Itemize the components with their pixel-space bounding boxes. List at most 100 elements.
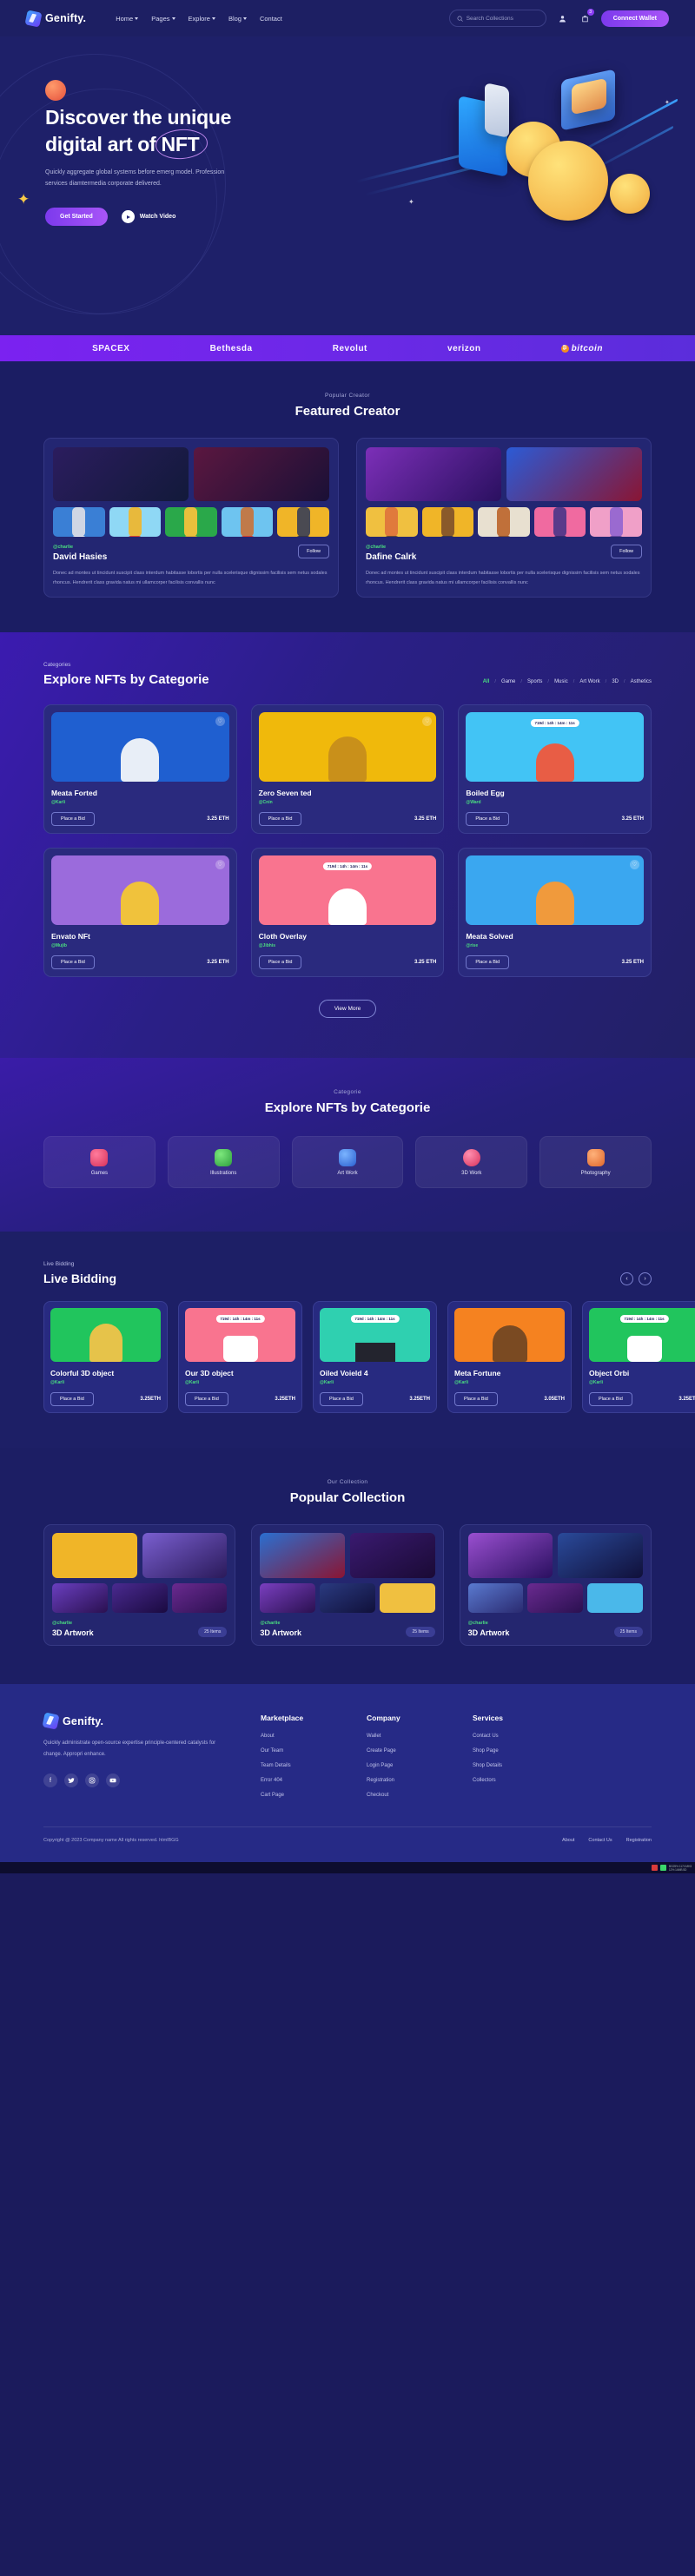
- place-bid-button[interactable]: Place a Bid: [50, 1392, 94, 1406]
- live-bid-card[interactable]: 719d : 14h : 14m : 11s Object Orbi @Karl…: [582, 1301, 695, 1413]
- footer-link-contact-us[interactable]: Contact Us: [473, 1734, 544, 1739]
- filter-music[interactable]: Music: [554, 679, 568, 684]
- category-card-art-work[interactable]: Art Work: [291, 1136, 404, 1188]
- cart-icon[interactable]: 3: [579, 8, 594, 25]
- connect-wallet-button[interactable]: Connect Wallet: [600, 10, 669, 27]
- creator-card[interactable]: @charlie David Hasies Follow Donec ad mo…: [43, 438, 339, 598]
- countdown-timer: 719d : 14h : 14m : 11s: [530, 719, 579, 727]
- footer-link-wallet[interactable]: Wallet: [367, 1734, 438, 1739]
- footer-bottom-link-registration[interactable]: Registration: [626, 1838, 652, 1843]
- footer-link-checkout[interactable]: Checkout: [367, 1793, 438, 1798]
- filter-game[interactable]: Game: [501, 679, 515, 684]
- collection-card[interactable]: @charlie 3D Artwork 25 Items: [459, 1524, 652, 1646]
- favorite-heart-icon[interactable]: ♡: [630, 860, 639, 869]
- view-more-button[interactable]: View More: [318, 1000, 377, 1018]
- footer-link-login-page[interactable]: Login Page: [367, 1763, 438, 1768]
- favorite-heart-icon[interactable]: ♡: [422, 717, 433, 726]
- nft-card[interactable]: ♡ Meata Solved @rise Place a Bid 3.25 ET…: [458, 848, 652, 977]
- live-bid-card[interactable]: Colorful 3D object @Karli Place a Bid 3.…: [43, 1301, 168, 1413]
- footer-link-team-details[interactable]: Team Details: [261, 1763, 332, 1768]
- footer-link-shop-page[interactable]: Shop Page: [473, 1748, 544, 1754]
- place-bid-button[interactable]: Place a Bid: [258, 812, 302, 826]
- category-card-photography[interactable]: Photography: [539, 1136, 652, 1188]
- nav-item-explore[interactable]: Explore: [189, 15, 215, 23]
- follow-button[interactable]: Follow: [611, 545, 642, 558]
- live-bid-card[interactable]: 719d : 14h : 14m : 11s Oiled Voield 4 @K…: [313, 1301, 437, 1413]
- nft-card[interactable]: ♡ Meata Forted @Karli Place a Bid 3.25 E…: [43, 704, 237, 834]
- footer-column-company: Company Wallet Create Page Login Page Re…: [367, 1714, 438, 1807]
- place-bid-button[interactable]: Place a Bid: [466, 812, 510, 826]
- watch-video-button[interactable]: Watch Video: [121, 210, 175, 224]
- twitter-icon[interactable]: [64, 1773, 78, 1788]
- nft-card[interactable]: 719d : 14h : 14m : 11s Boiled Egg @Ward …: [458, 704, 652, 834]
- instagram-icon[interactable]: [85, 1773, 99, 1788]
- category-card-3d-work[interactable]: 3D Work: [415, 1136, 528, 1188]
- carousel-next-icon[interactable]: ›: [639, 1272, 652, 1285]
- place-bid-button[interactable]: Place a Bid: [320, 1392, 363, 1406]
- footer-link-cart-page[interactable]: Cart Page: [261, 1793, 332, 1798]
- collection-card[interactable]: @charlie 3D Artwork 25 Items: [251, 1524, 444, 1646]
- get-started-button[interactable]: Get Started: [45, 208, 108, 227]
- nft-image: 719d : 14h : 14m : 11s: [466, 712, 644, 782]
- facebook-icon[interactable]: f: [43, 1773, 57, 1788]
- footer-bottom-link-about[interactable]: About: [562, 1838, 574, 1843]
- footer-link-error-404[interactable]: Error 404: [261, 1778, 332, 1783]
- collection-bottom-images: [260, 1583, 435, 1613]
- planet-decoration-icon: [45, 80, 66, 101]
- category-card-games[interactable]: Games: [43, 1136, 156, 1188]
- filter-3d[interactable]: 3D: [612, 679, 619, 684]
- category-card-list: Games Illustrations Art Work 3D Work Pho…: [43, 1136, 652, 1188]
- nft-title: Meta Fortune: [454, 1369, 501, 1377]
- category-card-illustrations[interactable]: Illustrations: [167, 1136, 280, 1188]
- place-bid-button[interactable]: Place a Bid: [466, 955, 510, 969]
- avatar: [221, 507, 274, 537]
- filter-sports[interactable]: Sports: [527, 679, 542, 684]
- nav-item-home[interactable]: Home: [116, 15, 139, 23]
- collection-card[interactable]: @charlie 3D Artwork 25 Items: [43, 1524, 236, 1646]
- user-account-icon[interactable]: [556, 12, 569, 25]
- nav-item-blog[interactable]: Blog: [228, 15, 247, 23]
- nft-title: Envato NFt: [51, 932, 90, 941]
- youtube-icon[interactable]: [106, 1773, 120, 1788]
- live-bidding-carousel[interactable]: Colorful 3D object @Karli Place a Bid 3.…: [43, 1301, 695, 1413]
- footer-bottom-link-contact-us[interactable]: Contact Us: [588, 1838, 612, 1843]
- nav-item-contact[interactable]: Contact: [260, 15, 282, 23]
- filter-asthetics[interactable]: Asthetics: [631, 679, 652, 684]
- nft-card[interactable]: ♡ Envato NFt @Mujib Place a Bid 3.25 ETH: [43, 848, 237, 977]
- nft-image: ♡: [466, 855, 644, 925]
- illustrations-icon: [215, 1148, 233, 1166]
- category-label: Art Work: [337, 1170, 358, 1176]
- footer-link-collectors[interactable]: Collectors: [473, 1778, 544, 1783]
- place-bid-button[interactable]: Place a Bid: [51, 812, 95, 826]
- footer-link-our-team[interactable]: Our Team: [261, 1748, 332, 1754]
- filter-art-work[interactable]: Art Work: [579, 679, 599, 684]
- footer-link-about[interactable]: About: [261, 1734, 332, 1739]
- creator-card[interactable]: @charlie Dafine Calrk Follow Donec ad mo…: [356, 438, 652, 598]
- collection-image: [587, 1583, 643, 1613]
- favorite-heart-icon[interactable]: ♡: [215, 717, 225, 726]
- favorite-heart-icon[interactable]: ♡: [215, 860, 225, 869]
- nav-item-pages[interactable]: Pages: [151, 15, 175, 23]
- place-bid-button[interactable]: Place a Bid: [454, 1392, 498, 1406]
- nft-card[interactable]: ♡ Zero Seven ted @Cnin Place a Bid 3.25 …: [250, 704, 445, 834]
- top-navigation: Genifty. Home Pages Explore Blog Contact…: [0, 0, 695, 36]
- filter-all[interactable]: All: [483, 679, 490, 684]
- footer-link-registration[interactable]: Registration: [367, 1778, 438, 1783]
- footer-link-shop-details[interactable]: Shop Details: [473, 1763, 544, 1768]
- footer-logo[interactable]: Genifty.: [42, 1712, 226, 1730]
- footer-link-create-page[interactable]: Create Page: [367, 1748, 438, 1754]
- nft-card[interactable]: 719d : 14h : 14m : 11s Cloth Overlay @Ji…: [250, 848, 445, 977]
- search-input[interactable]: Search Collections: [448, 10, 546, 27]
- brand-logo[interactable]: Genifty.: [24, 9, 86, 28]
- place-bid-button[interactable]: Place a Bid: [51, 955, 95, 969]
- creator-description: Donec ad montes ut tincidunt suscipit cl…: [53, 571, 328, 585]
- live-bid-card[interactable]: Meta Fortune @Karli Place a Bid 3.05ETH: [447, 1301, 572, 1413]
- follow-button[interactable]: Follow: [298, 545, 329, 558]
- place-bid-button[interactable]: Place a Bid: [185, 1392, 228, 1406]
- place-bid-button[interactable]: Place a Bid: [258, 955, 302, 969]
- place-bid-button[interactable]: Place a Bid: [589, 1392, 632, 1406]
- live-bid-card[interactable]: 719d : 14h : 14m : 11s Our 3D object @Ka…: [178, 1301, 302, 1413]
- logo-icon: [24, 9, 43, 28]
- carousel-prev-icon[interactable]: ‹: [620, 1272, 633, 1285]
- nav-label: Contact: [259, 14, 282, 23]
